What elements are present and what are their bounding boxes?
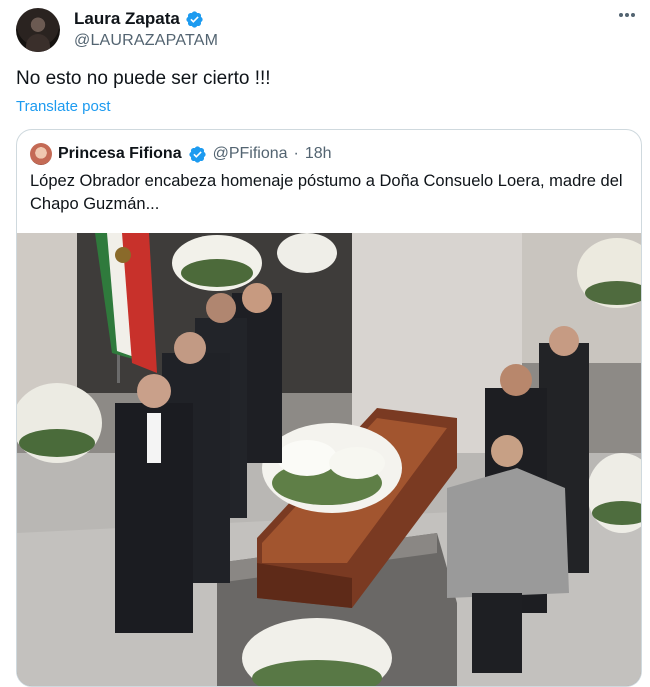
quoted-post-card[interactable]: Princesa Fifiona @PFifiona · 18h López O… xyxy=(16,129,642,687)
quoted-post-time[interactable]: 18h xyxy=(305,145,332,163)
more-horizontal-icon[interactable] xyxy=(614,6,640,28)
author-handle[interactable]: @LAURAZAPATAM xyxy=(74,32,218,50)
author-name[interactable]: Laura Zapata xyxy=(74,9,180,29)
translate-post-link[interactable]: Translate post xyxy=(16,98,111,115)
quoted-post-text: López Obrador encabeza homenaje póstumo … xyxy=(30,172,623,213)
post: Laura Zapata @LAURAZAPATAM No esto no pu… xyxy=(0,0,650,687)
quoted-author-avatar[interactable] xyxy=(30,143,52,165)
quoted-post-photo[interactable] xyxy=(17,233,641,686)
verified-badge-icon xyxy=(185,10,204,29)
author-avatar[interactable] xyxy=(16,8,60,52)
verified-badge-icon xyxy=(188,145,207,164)
post-text: No esto no puede ser cierto !!! xyxy=(16,68,271,89)
quoted-author-handle[interactable]: @PFifiona xyxy=(213,145,288,163)
separator-dot: · xyxy=(293,145,299,162)
quoted-author-name[interactable]: Princesa Fifiona xyxy=(58,145,182,163)
quoted-post-header: Princesa Fifiona @PFifiona · 18h xyxy=(30,143,332,165)
author-name-row[interactable]: Laura Zapata xyxy=(74,9,204,29)
